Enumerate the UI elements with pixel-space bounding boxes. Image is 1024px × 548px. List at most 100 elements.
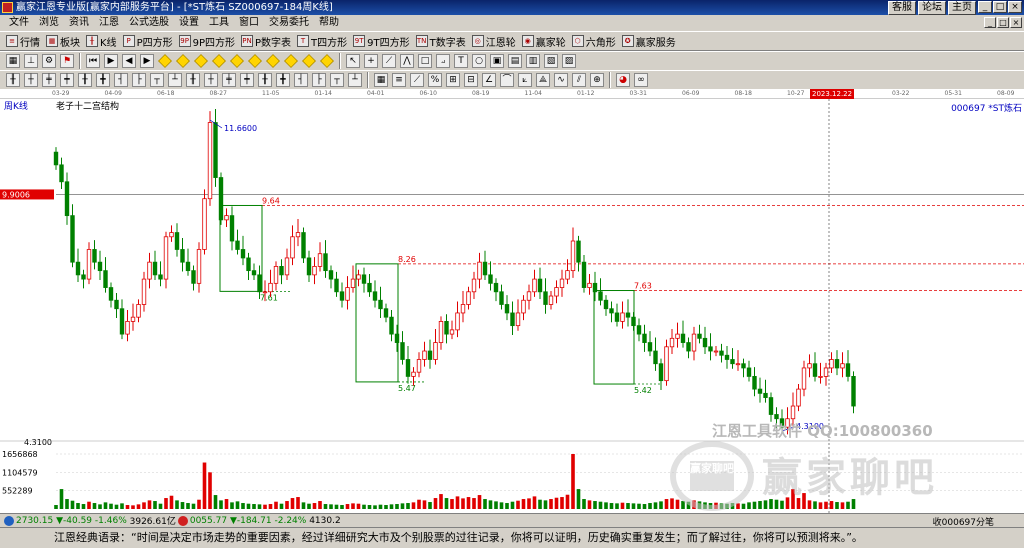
maximize-button[interactable]: □ bbox=[993, 1, 1007, 13]
list-view-icon[interactable]: ≡ bbox=[392, 73, 406, 87]
left-arrow-icon[interactable]: ◀ bbox=[122, 54, 136, 68]
mdi-close-button[interactable]: × bbox=[1010, 17, 1022, 28]
pin-tool-icon[interactable]: ⊥ bbox=[24, 54, 38, 68]
calendar-icon[interactable]: ▤ bbox=[508, 54, 522, 68]
percent-icon[interactable]: % bbox=[428, 73, 442, 87]
gann-fan-icon[interactable]: ⟓ bbox=[436, 54, 450, 68]
bar-chart-12-icon[interactable]: ┼ bbox=[204, 73, 218, 87]
mdi-restore-button[interactable]: □ bbox=[997, 17, 1009, 28]
kline-chart[interactable]: 9.9006 9.64 8.26 7.63 7.61 5.47 5.42 11.6600 4.3… bbox=[0, 99, 1024, 513]
bar-chart-17-icon[interactable]: ┤ bbox=[294, 73, 308, 87]
pie-icon[interactable]: ◕ bbox=[616, 73, 630, 87]
kline-button[interactable]: ╫ K线 bbox=[84, 32, 121, 50]
right-arrow-icon[interactable]: ▶ bbox=[140, 54, 154, 68]
bar-chart-9-icon[interactable]: ┬ bbox=[150, 73, 164, 87]
grid-tool-icon[interactable]: ▦ bbox=[6, 54, 20, 68]
bar-chart-7-icon[interactable]: ┤ bbox=[114, 73, 128, 87]
service-link[interactable]: 客服 bbox=[888, 1, 916, 15]
bar-chart-10-icon[interactable]: ┴ bbox=[168, 73, 182, 87]
bar-chart-icon[interactable]: ╫ bbox=[6, 73, 20, 87]
menu-formula[interactable]: 公式选股 bbox=[124, 15, 174, 31]
diamond-10-icon[interactable] bbox=[320, 54, 334, 68]
bar-chart-18-icon[interactable]: ├ bbox=[312, 73, 326, 87]
cycle-icon[interactable]: ⊕ bbox=[590, 73, 604, 87]
menu-news[interactable]: 资讯 bbox=[64, 15, 94, 31]
gann-wheel-button[interactable]: ◎ 江恩轮 bbox=[470, 32, 520, 50]
bar-chart-8-icon[interactable]: ├ bbox=[132, 73, 146, 87]
diamond-1-icon[interactable] bbox=[158, 54, 172, 68]
diamond-6-icon[interactable] bbox=[248, 54, 262, 68]
play-icon[interactable]: ▶ bbox=[104, 54, 118, 68]
fan-icon[interactable]: ⟁ bbox=[536, 73, 550, 87]
diamond-5-icon[interactable] bbox=[230, 54, 244, 68]
p-square-button[interactable]: P P四方形 bbox=[121, 32, 177, 50]
ruler-icon[interactable]: ⊞ bbox=[446, 73, 460, 87]
flag-tool-icon[interactable]: ⚑ bbox=[60, 54, 74, 68]
note-icon[interactable]: ▧ bbox=[544, 54, 558, 68]
first-icon[interactable]: ⏮ bbox=[86, 54, 100, 68]
close-button[interactable]: × bbox=[1008, 1, 1022, 13]
bar-chart-11-icon[interactable]: ╫ bbox=[186, 73, 200, 87]
menu-browse[interactable]: 浏览 bbox=[34, 15, 64, 31]
sz-index-value[interactable]: 0055.77 bbox=[190, 516, 227, 526]
bar-chart-13-icon[interactable]: ╪ bbox=[222, 73, 236, 87]
crosshair-icon[interactable]: + bbox=[364, 54, 378, 68]
diamond-3-icon[interactable] bbox=[194, 54, 208, 68]
menu-tools[interactable]: 工具 bbox=[204, 15, 234, 31]
home-link[interactable]: 主页 bbox=[948, 1, 976, 15]
t-number-table-button[interactable]: TN T数字表 bbox=[414, 32, 470, 50]
bar-chart-20-icon[interactable]: ┴ bbox=[348, 73, 362, 87]
sh-index-value[interactable]: 2730.15 bbox=[16, 516, 53, 526]
bar-chart-3-icon[interactable]: ╪ bbox=[42, 73, 56, 87]
line-icon[interactable]: ⟋ bbox=[382, 54, 396, 68]
multiline-icon[interactable]: ⋀ bbox=[400, 54, 414, 68]
trend-icon[interactable]: ⟋ bbox=[410, 73, 424, 87]
box-icon[interactable]: ▣ bbox=[490, 54, 504, 68]
text-icon[interactable]: T bbox=[454, 54, 468, 68]
9p-square-button[interactable]: 9P 9P四方形 bbox=[177, 32, 239, 50]
winner-service-button[interactable]: ✪ 赢家服务 bbox=[620, 32, 680, 50]
bar-chart-19-icon[interactable]: ┬ bbox=[330, 73, 344, 87]
circle-icon[interactable]: ○ bbox=[472, 54, 486, 68]
bar-chart-15-icon[interactable]: ╂ bbox=[258, 73, 272, 87]
p-number-table-button[interactable]: PN P数字表 bbox=[239, 32, 295, 50]
speed-icon[interactable]: ⟀ bbox=[518, 73, 532, 87]
bar-chart-16-icon[interactable]: ╋ bbox=[276, 73, 290, 87]
menu-settings[interactable]: 设置 bbox=[174, 15, 204, 31]
lock-icon[interactable]: ▥ bbox=[526, 54, 540, 68]
menu-help[interactable]: 帮助 bbox=[314, 15, 344, 31]
bar-chart-6-icon[interactable]: ╋ bbox=[96, 73, 110, 87]
diamond-8-icon[interactable] bbox=[284, 54, 298, 68]
menu-trade[interactable]: 交易委托 bbox=[264, 15, 314, 31]
mdi-minimize-button[interactable]: _ bbox=[984, 17, 996, 28]
hexagon-button[interactable]: ⬡ 六角形 bbox=[570, 32, 620, 50]
cursor-icon[interactable]: ↖ bbox=[346, 54, 360, 68]
diamond-7-icon[interactable] bbox=[266, 54, 280, 68]
forum-link[interactable]: 论坛 bbox=[918, 1, 946, 15]
diamond-9-icon[interactable] bbox=[302, 54, 316, 68]
quotes-button[interactable]: ≡ 行情 bbox=[4, 32, 44, 50]
diamond-2-icon[interactable] bbox=[176, 54, 190, 68]
diamond-4-icon[interactable] bbox=[212, 54, 226, 68]
angle-icon[interactable]: ∠ bbox=[482, 73, 496, 87]
fib-icon[interactable]: ⊟ bbox=[464, 73, 478, 87]
eraser-icon[interactable]: ▨ bbox=[562, 54, 576, 68]
menu-file[interactable]: 文件 bbox=[4, 15, 34, 31]
winner-wheel-button[interactable]: ◉ 赢家轮 bbox=[520, 32, 570, 50]
menu-window[interactable]: 窗口 bbox=[234, 15, 264, 31]
t-square-button[interactable]: T T四方形 bbox=[295, 32, 351, 50]
arc-icon[interactable]: ⌒ bbox=[500, 73, 514, 87]
gear-tool-icon[interactable]: ⚙ bbox=[42, 54, 56, 68]
9t-square-button[interactable]: 9T 9T四方形 bbox=[351, 32, 413, 50]
bar-chart-14-icon[interactable]: ┿ bbox=[240, 73, 254, 87]
table-icon[interactable]: ▦ bbox=[374, 73, 388, 87]
channel-icon[interactable]: ⫽ bbox=[572, 73, 586, 87]
infinity-icon[interactable]: ∞ bbox=[634, 73, 648, 87]
bar-chart-4-icon[interactable]: ┿ bbox=[60, 73, 74, 87]
square-icon[interactable]: □ bbox=[418, 54, 432, 68]
bar-chart-2-icon[interactable]: ┼ bbox=[24, 73, 38, 87]
bar-chart-5-icon[interactable]: ╂ bbox=[78, 73, 92, 87]
menu-gann[interactable]: 江恩 bbox=[94, 15, 124, 31]
minimize-button[interactable]: _ bbox=[978, 1, 992, 13]
wave-icon[interactable]: ∿ bbox=[554, 73, 568, 87]
